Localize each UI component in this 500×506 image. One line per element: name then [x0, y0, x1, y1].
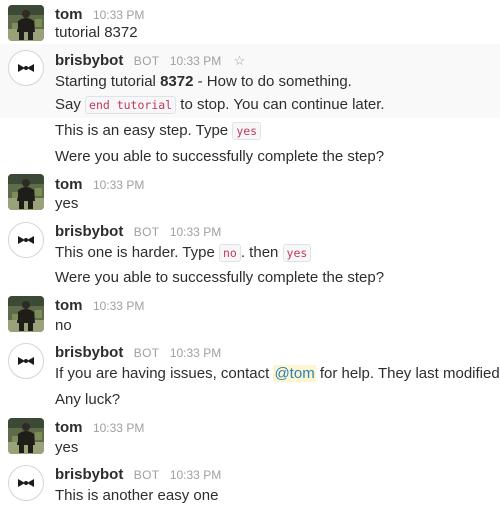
- user-avatar[interactable]: [8, 174, 44, 210]
- bowtie-icon: [18, 64, 34, 72]
- message-text: This is another easy one: [55, 487, 219, 504]
- inline-code: yes: [232, 122, 262, 140]
- user-avatar[interactable]: [8, 5, 44, 41]
- bowtie-icon: [18, 236, 34, 244]
- author-name[interactable]: tom: [55, 176, 83, 193]
- user-mention[interactable]: @tom: [273, 365, 316, 382]
- author-name[interactable]: brisbybot: [55, 344, 123, 361]
- inline-code: yes: [282, 244, 312, 262]
- message-text: yes: [55, 439, 79, 456]
- timestamp[interactable]: 10:33 PM: [93, 8, 144, 22]
- bowtie-icon: [18, 357, 34, 365]
- bot-avatar[interactable]: [8, 465, 44, 501]
- timestamp[interactable]: 10:33 PM: [170, 54, 221, 68]
- message-bot-2: brisbybot BOT 10:33 PM This one is harde…: [0, 218, 500, 292]
- user-photo: [8, 418, 44, 454]
- message-text: This is an easy step. Type yes: [55, 121, 262, 141]
- message-text: tutorial 8372: [55, 24, 138, 41]
- timestamp[interactable]: 10:33 PM: [170, 225, 221, 239]
- bot-badge: BOT: [133, 346, 160, 360]
- message-text: If you are having issues, contact @tom f…: [55, 365, 500, 382]
- user-avatar[interactable]: [8, 418, 44, 454]
- inline-code: end tutorial: [85, 96, 177, 114]
- timestamp[interactable]: 10:33 PM: [93, 299, 144, 313]
- bot-badge: BOT: [133, 468, 160, 482]
- bowtie-icon: [18, 479, 34, 487]
- message-bot-3: brisbybot BOT 10:33 PM If you are having…: [0, 340, 500, 414]
- user-photo: [8, 5, 44, 41]
- bot-avatar[interactable]: [8, 50, 44, 86]
- author-name[interactable]: tom: [55, 297, 83, 314]
- message-bot-4: brisbybot BOT 10:33 PM This is another e…: [0, 462, 500, 504]
- message-text: no: [55, 317, 72, 334]
- timestamp[interactable]: 10:33 PM: [93, 178, 144, 192]
- author-name[interactable]: tom: [55, 419, 83, 436]
- bot-avatar[interactable]: [8, 222, 44, 258]
- author-name[interactable]: brisbybot: [55, 52, 123, 69]
- author-name[interactable]: tom: [55, 6, 83, 23]
- message-text: Were you able to successfully complete t…: [55, 269, 385, 286]
- inline-code: no: [218, 244, 241, 262]
- user-avatar[interactable]: [8, 296, 44, 332]
- bot-badge: BOT: [133, 54, 160, 68]
- message-text: Starting tutorial 8372 - How to do somet…: [55, 73, 352, 90]
- bot-badge: BOT: [133, 225, 160, 239]
- message-tom-1: tom 10:33 PM tutorial 8372: [0, 0, 500, 44]
- message-tom-3: tom 10:33 PM no: [0, 292, 500, 340]
- timestamp[interactable]: 10:33 PM: [170, 346, 221, 360]
- star-icon[interactable]: ☆: [234, 53, 246, 68]
- message-text: Say end tutorial to stop. You can contin…: [55, 96, 385, 114]
- message-text: Were you able to successfully complete t…: [55, 148, 385, 165]
- message-text: Any luck?: [55, 391, 121, 408]
- message-text: yes: [55, 195, 79, 212]
- message-text: This one is harder. Type no. then yes: [55, 243, 312, 263]
- message-tom-4: tom 10:33 PM yes: [0, 414, 500, 462]
- timestamp[interactable]: 10:33 PM: [93, 421, 144, 435]
- user-photo: [8, 174, 44, 210]
- message-tom-2: tom 10:33 PM yes: [0, 170, 500, 218]
- message-bot-1: brisbybot BOT 10:33 PM ☆ Starting tutori…: [0, 44, 500, 118]
- bot-avatar[interactable]: [8, 343, 44, 379]
- author-name[interactable]: brisbybot: [55, 223, 123, 240]
- author-name[interactable]: brisbybot: [55, 466, 123, 483]
- user-photo: [8, 296, 44, 332]
- timestamp[interactable]: 10:33 PM: [170, 468, 221, 482]
